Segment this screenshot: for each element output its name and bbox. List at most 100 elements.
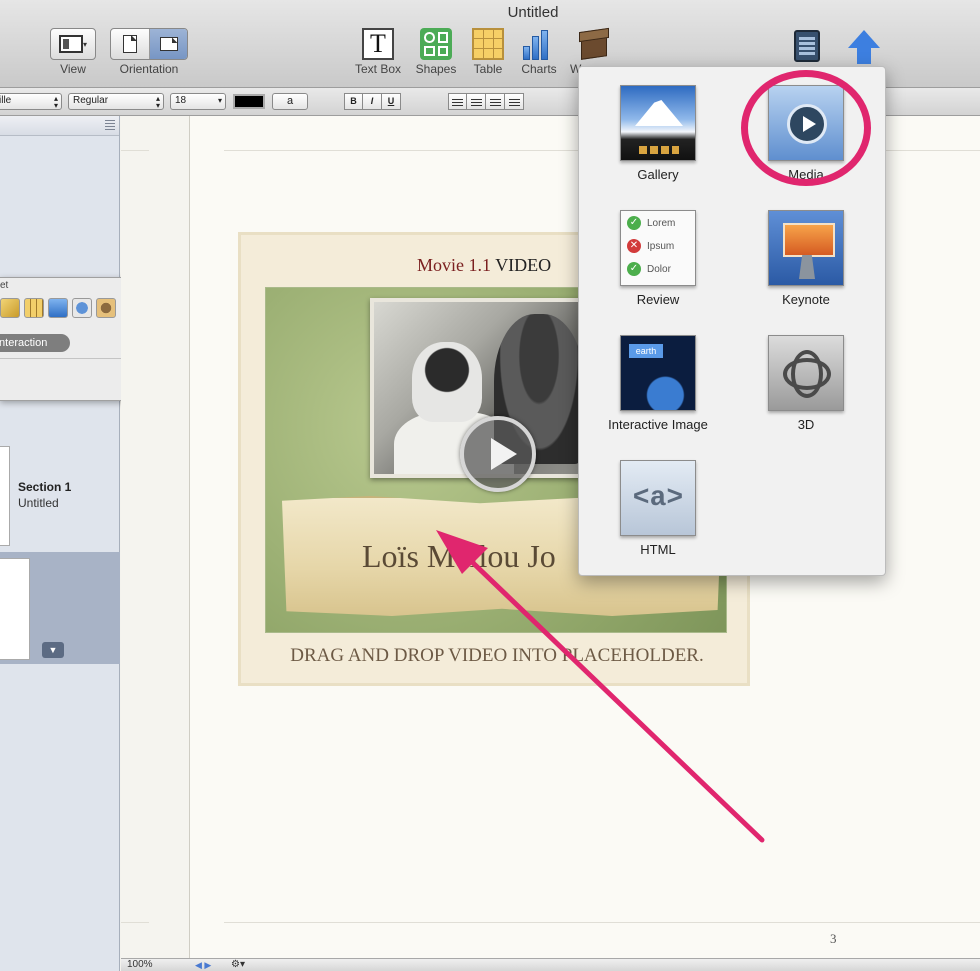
font-style-value: Regular [73,95,109,106]
chevron-down-icon: ▾ [217,96,222,105]
orientation-control[interactable]: Orientation [110,28,188,76]
widgets-popover-menu: Gallery Media ✓ Lorem ✕ Ipsum ✓ Dolor Revie… [578,66,886,576]
font-style-select[interactable]: Regular ▴ ▾ [68,93,164,110]
link-inspector-icon[interactable] [72,298,92,318]
charts-button[interactable]: Charts [516,28,562,76]
widget-item-label: Gallery [637,167,679,182]
align-right-button[interactable] [486,93,505,110]
html-tag-icon: <a> [620,460,696,536]
widgets-icon [577,27,613,60]
portrait-icon [123,35,137,53]
widget-item-gallery[interactable]: Gallery [583,85,733,182]
widget-caption[interactable]: DRAG AND DROP VIDEO INTO PLACEHOLDER. [241,645,753,667]
section-thumbnail[interactable] [0,446,10,546]
sidebar-header [0,116,119,136]
widget-item-label: 3D [797,417,815,432]
textbox-label: Text Box [354,62,402,76]
table-icon [472,28,504,60]
widget-item-label: Media [788,167,824,182]
page-number: 3 [830,931,837,946]
earth-icon: earth [620,335,696,411]
font-size-value: 18 [175,95,187,106]
review-row-text: Dolor [647,264,671,275]
view-icon [58,35,83,53]
table-label: Table [473,62,503,76]
italic-button[interactable]: I [363,93,382,110]
inspector-title: et [0,280,9,291]
review-icon: ✓ Lorem ✕ Ipsum ✓ Dolor [620,210,696,286]
interaction-tab[interactable]: Interaction [0,334,70,352]
widget-item-review[interactable]: ✓ Lorem ✕ Ipsum ✓ Dolor Review [583,210,733,307]
align-right-icon [489,97,501,106]
inspector-panel: et Interaction [0,277,124,401]
bold-button[interactable]: B [344,93,363,110]
alignment-group [448,93,524,110]
table-inspector-icon[interactable] [24,298,44,318]
text-sample: a [286,95,294,107]
align-left-icon [452,97,463,106]
review-row-text: Lorem [647,218,676,229]
widget-item-label: HTML [640,542,676,557]
textbox-icon: T [362,28,394,60]
portrait-orientation-button[interactable] [111,29,149,59]
widget-label-text: VIDEO [495,255,552,275]
grip-icon[interactable] [105,120,115,130]
underline-button[interactable]: U [382,93,401,110]
margin-guide [224,922,980,923]
table-button[interactable]: Table [466,28,510,76]
view-button[interactable]: ▾ View [50,28,96,76]
orientation-label: Orientation [119,62,179,76]
widget-item-interactive-image[interactable]: earth Interactive Image [583,335,733,432]
textbox-button[interactable]: T Text Box [350,28,406,76]
status-bar: 100% ◀ ▶ ⚙▾ [121,958,980,971]
widget-item-label: Review [636,292,680,307]
widget-item-label: Keynote [782,292,830,307]
shapes-button[interactable]: Shapes [412,28,460,76]
gear-icon[interactable]: ⚙▾ [231,959,245,971]
section-subtitle: Untitled [18,496,59,510]
chapter-disclosure-button[interactable]: ▼ [42,642,64,658]
chart-inspector-icon[interactable] [48,298,68,318]
stepper-icon: ▴ ▾ [53,94,58,110]
text-color-well[interactable] [233,94,265,109]
widget-item-3d[interactable]: 3D [731,335,881,432]
font-size-field[interactable]: 18 ▾ [170,93,226,110]
keynote-icon [768,210,844,286]
media-play-icon [768,85,844,161]
section-title: Section 1 [18,480,72,494]
stepper-icon: ▴ ▾ [155,94,160,110]
align-center-button[interactable] [467,93,486,110]
ibooks-preview-icon[interactable] [794,30,820,62]
pencil-icon[interactable] [0,298,20,318]
align-center-icon [470,97,482,106]
zoom-select[interactable]: 100% [127,959,153,971]
widget-item-label: Interactive Image [608,417,708,432]
play-icon[interactable] [460,416,536,492]
shapes-icon [420,28,452,60]
font-family-value: ille [0,95,12,106]
font-family-select[interactable]: ille ▴ ▾ [0,93,62,110]
charts-icon [523,28,555,60]
align-justify-icon [508,97,520,106]
interaction-tab-label: Interaction [0,337,48,349]
align-justify-button[interactable] [505,93,524,110]
landscape-icon [159,37,178,51]
landscape-orientation-button[interactable] [149,29,187,59]
3d-rotate-icon [768,335,844,411]
widget-item-html[interactable]: <a> HTML [583,460,733,557]
book-sidebar [0,116,120,971]
widget-item-keynote[interactable]: Keynote [731,210,881,307]
inspector-tabs [0,298,116,318]
margin-guide [121,150,149,151]
publish-arrow-icon[interactable] [848,30,880,64]
page-nav-arrows-icon[interactable]: ◀ ▶ [195,959,211,971]
widget-item-media[interactable]: Media [731,85,881,182]
align-left-button[interactable] [448,93,467,110]
page-thumbnail[interactable] [0,558,30,660]
window-title: Untitled [507,4,559,21]
text-background-button[interactable]: a [272,93,308,110]
interactive-tag: earth [629,344,663,358]
gallery-icon [620,85,696,161]
review-row-text: Ipsum [647,241,675,252]
widget-inspector-icon[interactable] [96,298,116,318]
